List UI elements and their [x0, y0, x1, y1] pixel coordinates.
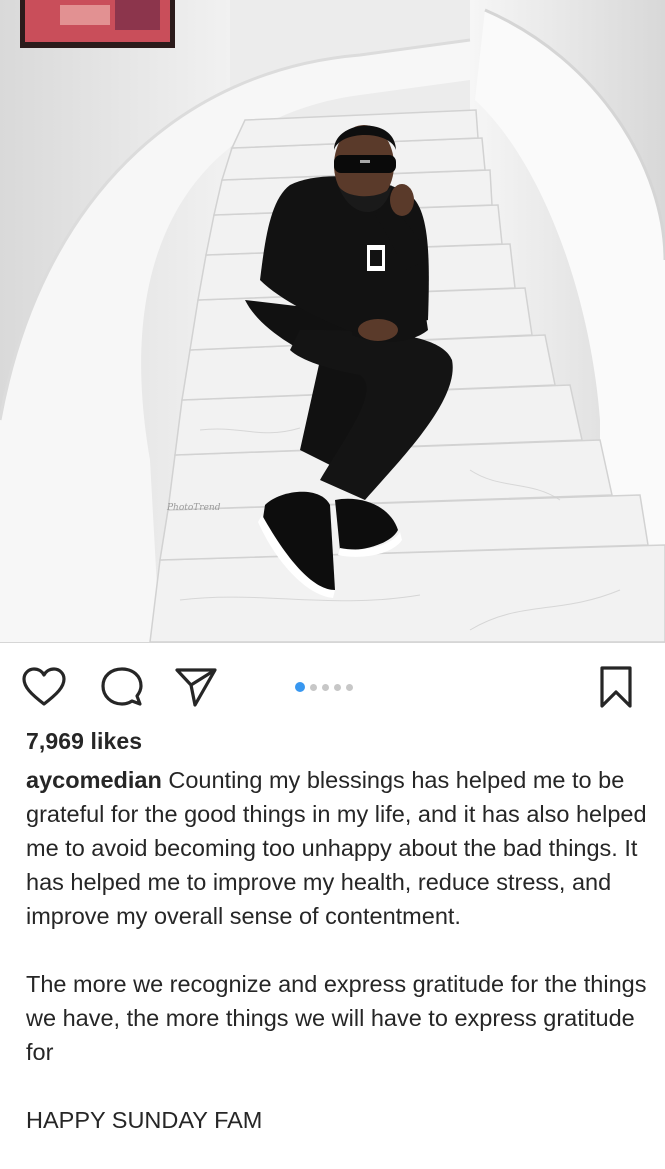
heart-outline-icon	[22, 667, 66, 706]
post-photo-illustration: PhotoTrend	[0, 0, 665, 642]
carousel-dot	[322, 683, 329, 691]
caption-paragraph: HAPPY SUNDAY FAM	[26, 1107, 263, 1133]
image-divider	[0, 642, 665, 643]
likes-count[interactable]: 7,969 likes	[26, 728, 142, 755]
photo-watermark: PhotoTrend	[166, 503, 221, 513]
post-action-bar	[0, 652, 665, 718]
carousel-dot	[310, 683, 317, 691]
carousel-indicator	[295, 681, 353, 693]
like-button[interactable]	[21, 664, 67, 710]
caption-paragraph: aycomedian Counting my blessings has hel…	[26, 763, 651, 933]
caption-paragraph: The more we recognize and express gratit…	[26, 971, 647, 1065]
caption-username[interactable]: aycomedian	[26, 767, 162, 793]
bookmark-icon	[600, 666, 632, 708]
carousel-dot-active	[295, 682, 305, 692]
comment-button[interactable]	[99, 664, 145, 710]
carousel-dot	[346, 683, 353, 691]
paper-plane-icon	[175, 668, 217, 707]
post-caption: aycomedian Counting my blessings has hel…	[26, 763, 651, 1137]
share-button[interactable]	[173, 664, 219, 710]
post-image[interactable]: PhotoTrend	[0, 0, 665, 642]
carousel-dot	[334, 683, 341, 691]
save-button[interactable]	[593, 664, 639, 710]
comment-bubble-icon	[101, 667, 143, 706]
